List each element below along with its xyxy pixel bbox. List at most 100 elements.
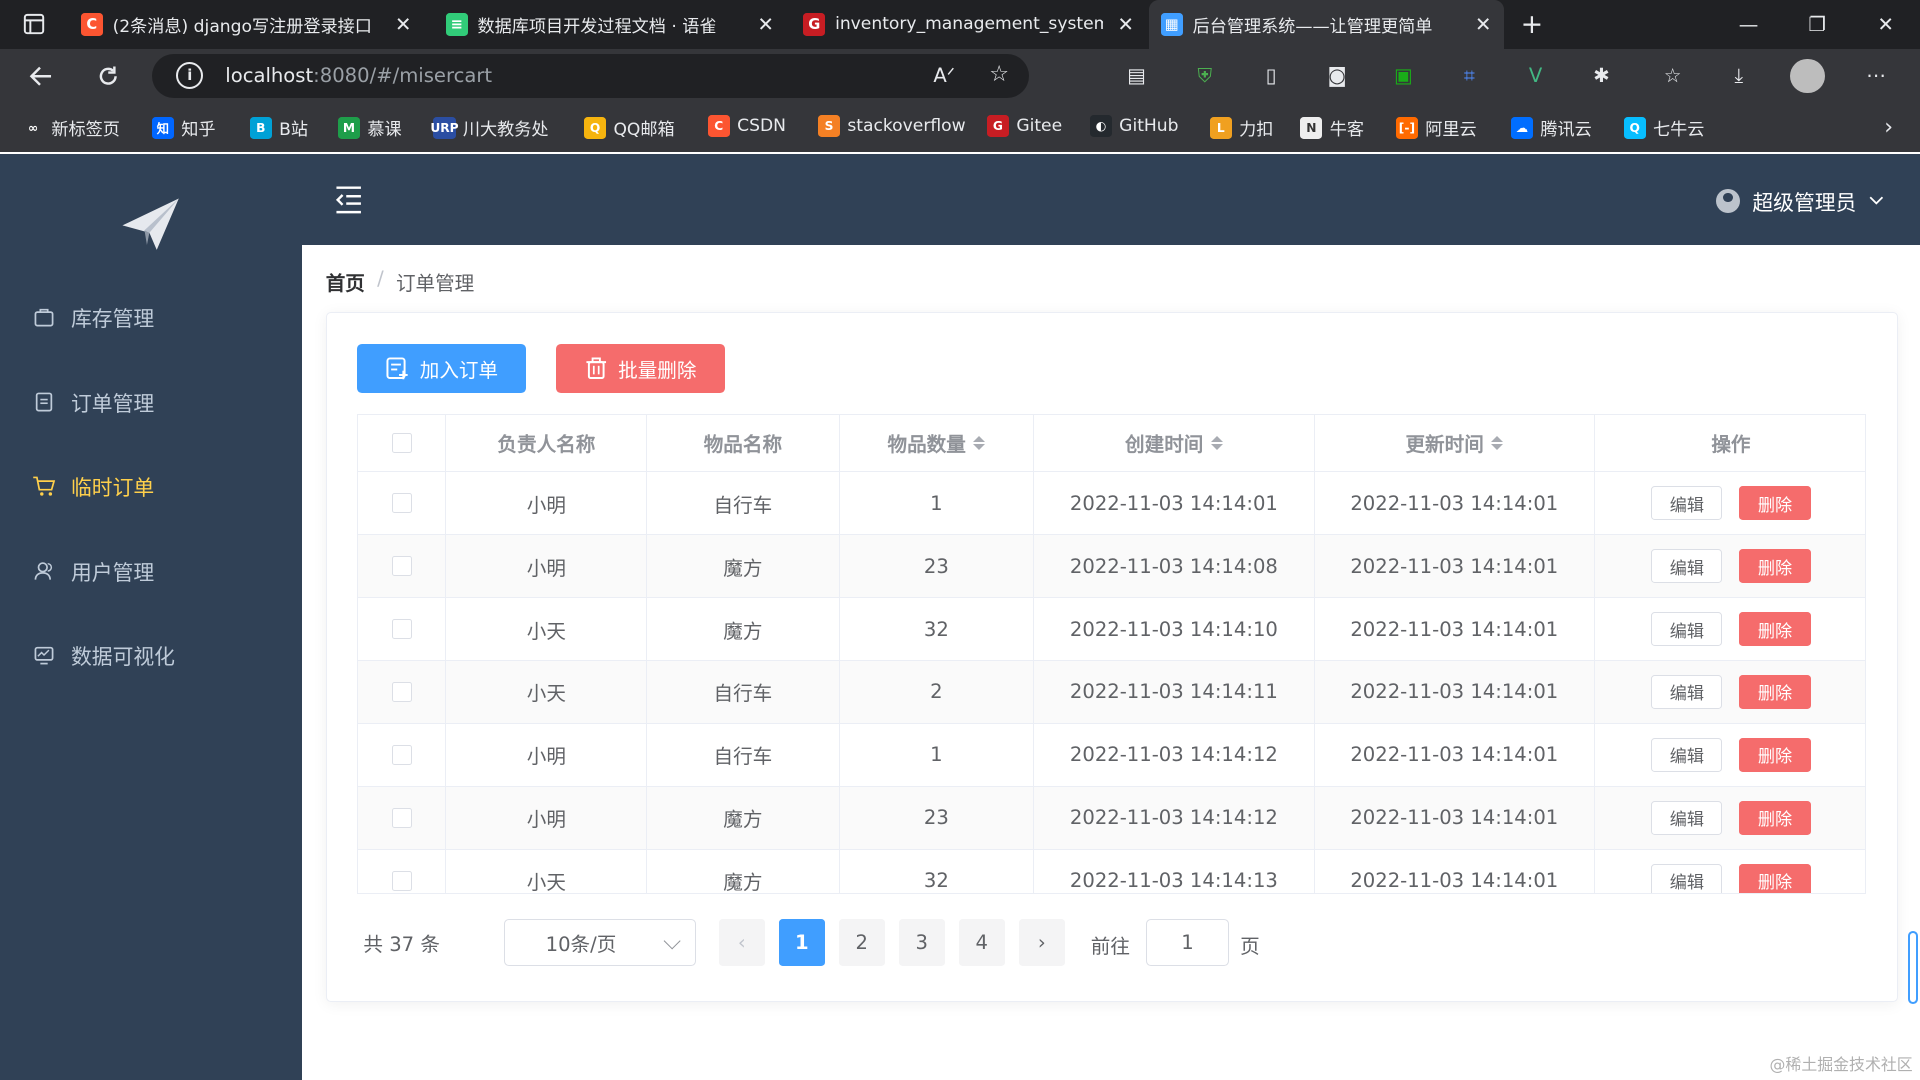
- page-number-button[interactable]: 2: [838, 919, 886, 966]
- adblock-shield-icon[interactable]: ⛨: [1190, 61, 1219, 90]
- edit-button[interactable]: 编辑: [1651, 674, 1723, 710]
- vue-devtools-icon[interactable]: V: [1521, 61, 1550, 90]
- row-checkbox[interactable]: [392, 808, 412, 828]
- edit-button[interactable]: 编辑: [1651, 863, 1723, 893]
- batch-delete-button[interactable]: 批量删除: [555, 343, 725, 393]
- bookmark-item[interactable]: URP 川大教务处: [430, 115, 548, 140]
- bookmark-label: stackoverflow: [847, 116, 966, 137]
- sidebar-item[interactable]: 数据可视化: [0, 621, 302, 690]
- cell-created: 2022-11-03 14:14:11: [1034, 661, 1315, 723]
- chevron-down-icon: [663, 932, 681, 950]
- browser-tab[interactable]: ≡ 数据库项目开发过程文档 · 语雀 ✕: [433, 0, 786, 49]
- reload-button[interactable]: [88, 56, 127, 95]
- tab-actions-button[interactable]: [0, 0, 69, 49]
- row-checkbox[interactable]: [392, 870, 412, 891]
- delete-button[interactable]: 删除: [1739, 737, 1811, 773]
- delete-button[interactable]: 删除: [1739, 800, 1811, 835]
- delete-button[interactable]: 删除: [1739, 611, 1811, 647]
- sort-caret-icon[interactable]: [973, 435, 986, 451]
- bookmark-item[interactable]: ∞ 新标签页: [22, 115, 120, 140]
- url-bar[interactable]: i localhost:8080/#/misercart Aᐟ ☆: [151, 53, 1029, 98]
- bookmark-item[interactable]: Q QQ邮箱: [584, 115, 675, 140]
- edit-button[interactable]: 编辑: [1651, 800, 1723, 835]
- add-order-button[interactable]: 加入订单: [357, 343, 527, 393]
- bookmarks-more-icon[interactable]: ›: [1884, 115, 1893, 140]
- minimize-button[interactable]: —: [1714, 0, 1783, 49]
- bookmark-item[interactable]: L 力扣: [1209, 115, 1273, 140]
- bookmark-item[interactable]: ☁ 腾讯云: [1511, 115, 1592, 140]
- next-page-button[interactable]: ›: [1018, 919, 1066, 966]
- row-checkbox[interactable]: [392, 493, 412, 513]
- downloads-icon[interactable]: ⤓: [1724, 61, 1753, 90]
- page-number-button[interactable]: 3: [898, 919, 946, 966]
- bookmark-item[interactable]: Sstackoverflow: [817, 115, 966, 138]
- column-header-updated[interactable]: 更新时间: [1315, 414, 1595, 472]
- column-header-created[interactable]: 创建时间: [1034, 414, 1315, 472]
- row-checkbox[interactable]: [392, 682, 412, 702]
- more-menu-icon[interactable]: ⋯: [1861, 61, 1890, 90]
- bookmark-item[interactable]: Q 七牛云: [1623, 115, 1704, 140]
- sidebar-item[interactable]: 用户管理: [0, 536, 302, 605]
- scrollbar-thumb[interactable]: [1907, 930, 1918, 1005]
- favorites-icon[interactable]: ☆: [1658, 61, 1687, 90]
- edit-button[interactable]: 编辑: [1651, 737, 1723, 773]
- collapse-menu-icon[interactable]: [334, 184, 363, 216]
- favorite-add-icon[interactable]: ☆: [989, 62, 1009, 87]
- bookmark-item[interactable]: M 慕课: [337, 115, 402, 140]
- sidebar-item[interactable]: 订单管理: [0, 367, 302, 436]
- back-button[interactable]: [22, 56, 61, 95]
- site-info-icon[interactable]: i: [176, 62, 204, 90]
- tab-close-icon[interactable]: ✕: [395, 13, 411, 36]
- bookmark-item[interactable]: N 牛客: [1300, 115, 1364, 140]
- goto-suffix: 页: [1240, 935, 1260, 959]
- bookmark-item[interactable]: G Gitee: [986, 115, 1063, 138]
- column-header-quantity[interactable]: 物品数量: [840, 414, 1035, 472]
- sort-caret-icon[interactable]: [1491, 435, 1504, 451]
- restore-button[interactable]: ❐: [1783, 0, 1852, 49]
- extension-doc-icon[interactable]: ▯: [1256, 61, 1285, 90]
- bookmark-item[interactable]: B B站: [249, 115, 308, 140]
- row-checkbox[interactable]: [392, 619, 412, 639]
- tab-close-icon[interactable]: ✕: [1117, 13, 1133, 36]
- close-window-button[interactable]: ✕: [1851, 0, 1920, 49]
- bookmark-label: Gitee: [1016, 116, 1063, 137]
- page-number-button[interactable]: 4: [958, 919, 1006, 966]
- edit-button[interactable]: 编辑: [1651, 548, 1723, 584]
- select-all-checkbox[interactable]: [392, 433, 412, 453]
- bookmark-item[interactable]: 知知乎: [151, 115, 215, 140]
- sidebar-item[interactable]: 临时订单: [0, 452, 302, 521]
- new-tab-button[interactable]: +: [1513, 0, 1550, 49]
- tab-close-icon[interactable]: ✕: [757, 13, 773, 36]
- bookmark-item[interactable]: ◐ GitHub: [1089, 115, 1179, 138]
- bookmark-item[interactable]: [-] 阿里云: [1395, 115, 1477, 140]
- column-header-actions: 操作: [1711, 433, 1751, 457]
- sidebar-item[interactable]: 库存管理: [0, 283, 302, 352]
- browser-tab[interactable]: ▦ 后台管理系统——让管理更简单 ✕: [1148, 0, 1504, 49]
- extension-crop-icon[interactable]: ⌗: [1455, 61, 1484, 90]
- sort-caret-icon[interactable]: [1210, 435, 1223, 451]
- tab-close-icon[interactable]: ✕: [1475, 13, 1491, 36]
- browser-tab[interactable]: Ginventory_management_system ✕: [791, 0, 1146, 49]
- collections-icon[interactable]: ▤: [1122, 61, 1151, 90]
- goto-page-input[interactable]: 1: [1145, 919, 1230, 966]
- page-size-select[interactable]: 10条/页: [504, 919, 697, 966]
- user-dropdown[interactable]: 超级管理员: [1715, 186, 1884, 216]
- extension-chat-icon[interactable]: ▣: [1389, 61, 1418, 90]
- read-aloud-icon[interactable]: Aᐟ: [933, 64, 955, 87]
- delete-button[interactable]: 删除: [1739, 486, 1811, 521]
- delete-button[interactable]: 删除: [1739, 674, 1811, 710]
- extensions-puzzle-icon[interactable]: ✱: [1587, 61, 1616, 90]
- page-number-button[interactable]: 1: [778, 919, 826, 966]
- extension-face-icon[interactable]: ◙: [1322, 61, 1351, 90]
- edit-button[interactable]: 编辑: [1651, 611, 1723, 647]
- delete-button[interactable]: 删除: [1739, 863, 1811, 893]
- delete-button[interactable]: 删除: [1739, 548, 1811, 584]
- prev-page-button[interactable]: ‹: [718, 919, 766, 966]
- bookmark-item[interactable]: C CSDN: [707, 115, 786, 138]
- breadcrumb-home[interactable]: 首页: [326, 267, 365, 296]
- browser-tab[interactable]: C (2条消息) django写注册登录接口 ✕: [69, 0, 424, 49]
- profile-avatar[interactable]: [1790, 58, 1825, 94]
- row-checkbox[interactable]: [392, 556, 412, 576]
- edit-button[interactable]: 编辑: [1651, 486, 1723, 521]
- row-checkbox[interactable]: [392, 745, 412, 765]
